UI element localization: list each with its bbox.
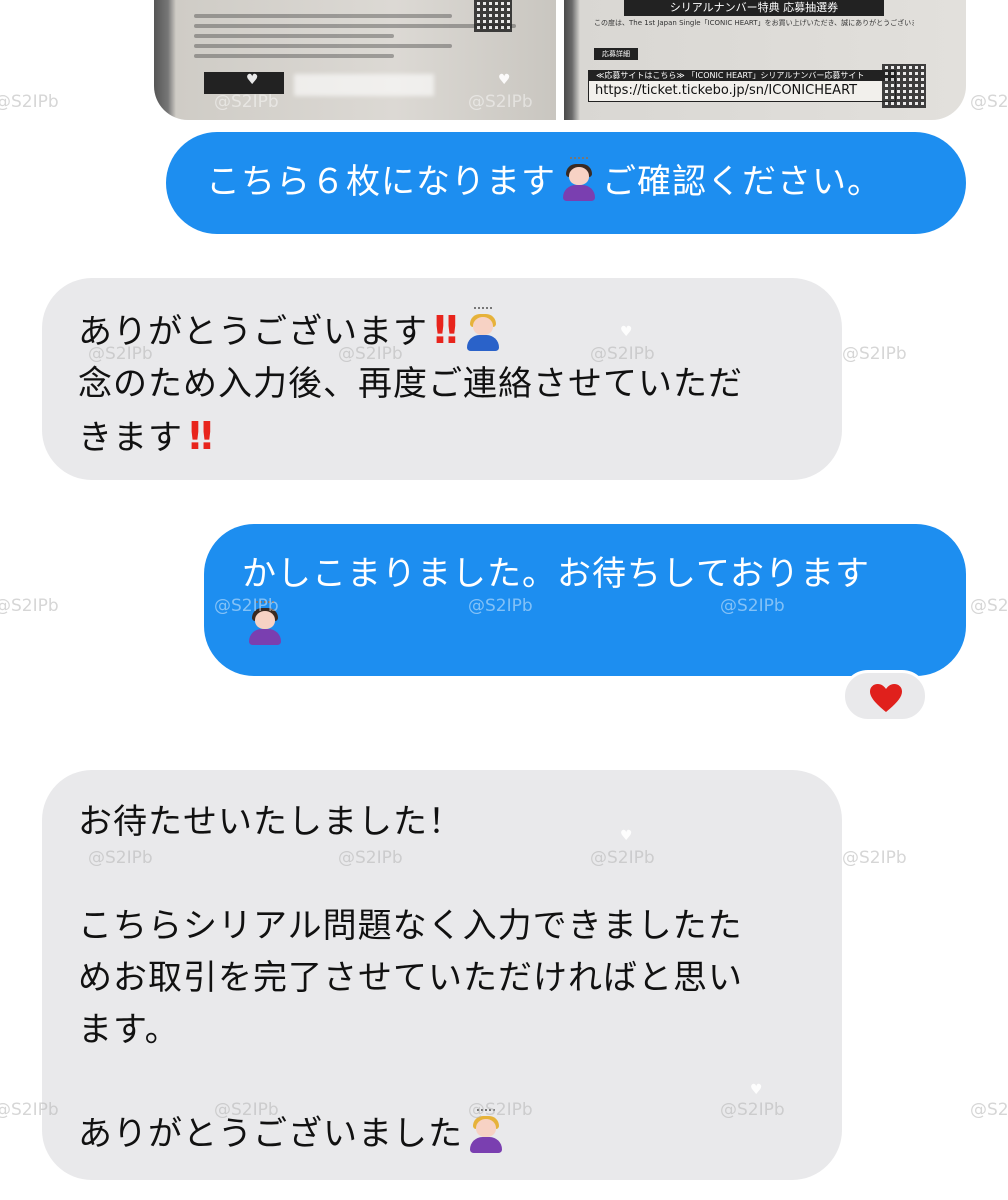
serial-ticket-photo-left[interactable]	[154, 0, 556, 120]
message-text: ありがとうございました	[78, 1114, 463, 1154]
serial-number-redacted	[294, 74, 434, 96]
message-text: きます	[78, 418, 183, 458]
message-line	[242, 600, 936, 652]
watermark: @S2IPb	[842, 344, 907, 364]
message-text: 念のため入力後、再度ご連絡させていただ	[78, 364, 743, 404]
message-line: ありがとうございました	[78, 1108, 812, 1160]
person-bowing-icon	[464, 307, 502, 351]
message-text: ありがとうございます	[78, 312, 428, 352]
photo-attachments[interactable]: シリアルナンバー特典 応募抽選券 この度は、The 1st Japan Sing…	[154, 0, 966, 120]
double-exclamation-icon: ‼	[434, 308, 458, 352]
message-text: めお取引を完了させていただければと思い	[78, 958, 743, 998]
message-text: こちら６枚になります	[206, 162, 556, 202]
qr-code-icon	[474, 0, 512, 32]
ticket-text-lines	[194, 8, 516, 64]
message-text: ます。	[78, 1010, 180, 1050]
ticket-intro-text: この度は、The 1st Japan Single「ICONIC HEART」を…	[594, 19, 914, 27]
message-text: ご確認ください。	[602, 162, 882, 202]
message-text: かしこまりました。お待ちしております	[242, 554, 870, 594]
heart-icon	[870, 684, 902, 712]
watermark: @S2IPb	[970, 596, 1008, 616]
outgoing-message-bubble[interactable]: こちら６枚になります ご確認ください。	[166, 132, 966, 234]
message-text: お待たせいたしました！	[78, 802, 463, 842]
ticket-apply-label: 応募詳細	[594, 48, 638, 60]
message-line: ありがとうございます ‼	[78, 304, 812, 358]
double-exclamation-icon: ‼	[189, 414, 213, 458]
message-text: こちらシリアル問題なく入力できましたた	[78, 906, 743, 946]
watermark: @S2IPb	[0, 92, 59, 112]
heart-tapback-reaction[interactable]	[842, 670, 928, 722]
person-bowing-icon	[467, 1109, 505, 1153]
ticket-banner: シリアルナンバー特典 応募抽選券	[624, 0, 884, 16]
watermark: @S2IPb	[970, 1100, 1008, 1120]
qr-code-icon	[882, 64, 926, 108]
person-bowing-icon	[560, 157, 598, 201]
incoming-message-bubble[interactable]: お待たせいたしました！ こちらシリアル問題なく入力できましたた めお取引を完了さ…	[42, 770, 842, 1180]
person-bowing-icon	[246, 601, 284, 645]
watermark: @S2IPb	[0, 596, 59, 616]
serial-ticket-photo-right[interactable]: シリアルナンバー特典 応募抽選券 この度は、The 1st Japan Sing…	[564, 0, 966, 120]
incoming-message-bubble[interactable]: ありがとうございます ‼ 念のため入力後、再度ご連絡させていただ きます ‼	[42, 278, 842, 480]
outgoing-message-bubble[interactable]: かしこまりました。お待ちしております	[204, 524, 966, 676]
watermark: @S2IPb	[970, 92, 1008, 112]
ticket-url: https://ticket.tickebo.jp/sn/ICONICHEART	[588, 80, 896, 102]
watermark: @S2IPb	[842, 848, 907, 868]
serial-label-box	[204, 72, 284, 94]
message-line: きます ‼	[78, 410, 812, 464]
